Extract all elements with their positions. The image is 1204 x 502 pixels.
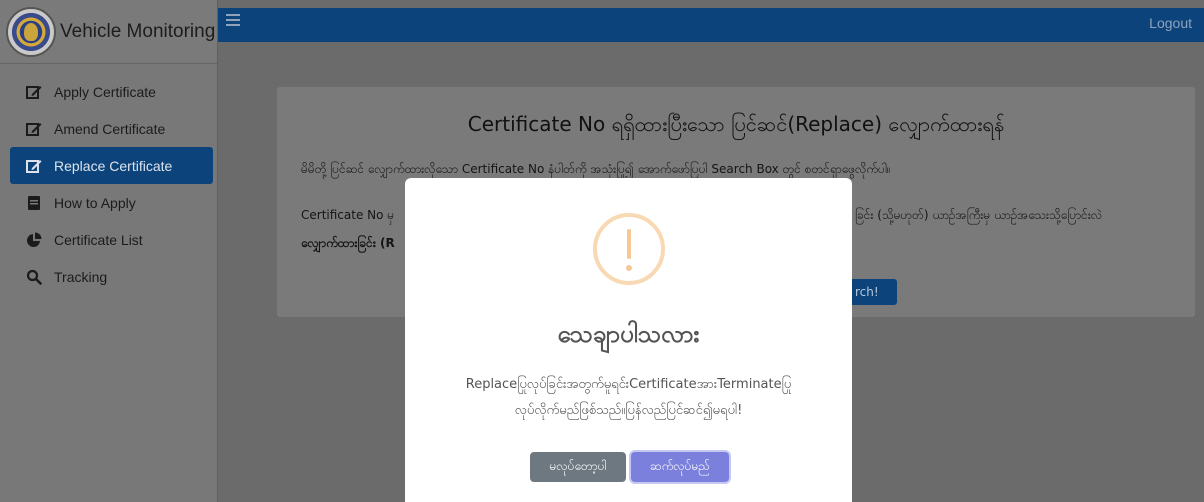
sidebar-item-label: How to Apply — [54, 194, 136, 211]
sidebar-item-label: Tracking — [54, 268, 108, 285]
dialog-title: သေချာပါသလား — [557, 320, 700, 348]
sidebar-item-certificate-list[interactable]: Certificate List — [10, 221, 213, 258]
description-text-right: ခြင်း (သို့မဟုတ်) ယာဉ်အကြီးမှ ယာဉ်အသေးသိ… — [855, 208, 1103, 222]
dialog-message-line-1: Replaceပြုလုပ်ခြင်းအတွက်မူရင်းCertificat… — [465, 377, 792, 392]
page-title: Certificate No ရရှိထားပြီးသော ပြင်ဆင်(Re… — [467, 112, 1005, 136]
confirm-dialog: သေချာပါသလား Replaceပြုလုပ်ခြင်းအတွက်မူရင… — [405, 178, 852, 502]
cancel-button[interactable]: မလုပ်တော့ပါ — [530, 452, 626, 482]
emblem-logo — [6, 6, 56, 57]
dialog-message-line-2: လုပ်လိုက်မည်ဖြစ်သည်။ပြန်လည်ပြင်ဆင်၍မရပါ! — [514, 403, 743, 418]
confirm-button[interactable]: ဆက်လုပ်မည် — [631, 452, 729, 482]
sidebar-nav: Apply Certificate Amend Certificate Repl… — [0, 64, 217, 295]
sidebar-item-replace-certificate[interactable]: Replace Certificate — [10, 147, 213, 184]
brand-title: Vehicle Monitoring — [60, 20, 216, 42]
edit-icon — [26, 84, 42, 100]
sidebar-item-label: Apply Certificate — [54, 83, 156, 100]
description-text-left: Certificate No မှ — [301, 208, 395, 222]
search-icon — [26, 269, 42, 285]
instruction-text: မိမိတို့ ပြင်ဆင် လျှောက်ထားလိုသော Certif… — [301, 162, 891, 176]
sidebar-item-apply-certificate[interactable]: Apply Certificate — [10, 73, 213, 110]
description-text-bold: လျှောက်ထားခြင်း (R — [301, 236, 395, 250]
sidebar-item-label: Certificate List — [54, 231, 143, 248]
sidebar-item-label: Amend Certificate — [54, 120, 166, 137]
logout-link[interactable]: Logout — [1149, 15, 1192, 31]
edit-icon — [26, 121, 42, 137]
document-icon — [26, 195, 42, 211]
sidebar-item-tracking[interactable]: Tracking — [10, 258, 213, 295]
sidebar: Vehicle Monitoring Apply Certificate Ame… — [0, 0, 218, 502]
edit-icon — [26, 158, 42, 174]
brand[interactable]: Vehicle Monitoring — [0, 0, 217, 64]
pie-chart-icon — [26, 232, 42, 248]
top-navbar: Logout — [218, 8, 1204, 42]
sidebar-item-amend-certificate[interactable]: Amend Certificate — [10, 110, 213, 147]
dialog-message: Replaceပြုလုပ်ခြင်းအတွက်မူရင်းCertificat… — [425, 372, 832, 424]
sidebar-item-label: Replace Certificate — [54, 157, 173, 174]
hamburger-icon[interactable] — [226, 14, 240, 28]
sidebar-item-how-to-apply[interactable]: How to Apply — [10, 184, 213, 221]
warning-icon — [593, 213, 665, 285]
